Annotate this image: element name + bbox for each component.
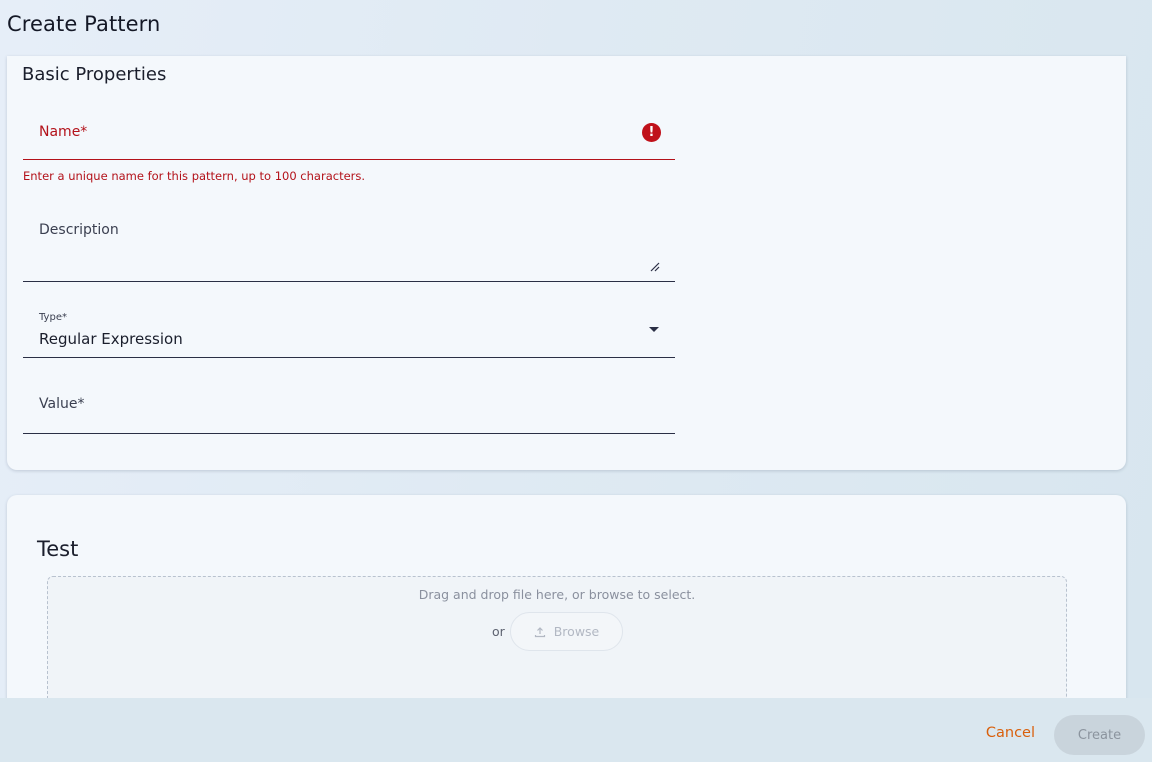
description-field[interactable]: Description (23, 200, 675, 282)
test-card: Test Drag and drop file here, or browse … (7, 495, 1126, 716)
type-value: Regular Expression (39, 330, 183, 348)
name-field[interactable]: Name* ! (23, 106, 675, 160)
value-label: Value* (39, 396, 85, 412)
type-select[interactable]: Type* Regular Expression (23, 303, 675, 358)
name-error-message: Enter a unique name for this pattern, up… (23, 169, 366, 183)
resize-handle-icon[interactable] (649, 261, 661, 273)
browse-button[interactable]: Browse (510, 612, 623, 651)
description-label: Description (39, 222, 119, 238)
type-label: Type* (39, 312, 67, 323)
value-field[interactable]: Value* (23, 378, 675, 434)
dropzone-text: Drag and drop file here, or browse to se… (418, 587, 696, 602)
upload-icon (534, 626, 545, 637)
basic-properties-title: Basic Properties (22, 64, 167, 85)
dropdown-caret-icon[interactable] (649, 327, 659, 332)
or-text: or (492, 624, 505, 639)
file-dropzone[interactable]: Drag and drop file here, or browse to se… (47, 576, 1067, 716)
basic-properties-card: Basic Properties Name* ! Enter a unique … (7, 56, 1126, 470)
cancel-button[interactable]: Cancel (986, 725, 1035, 741)
page-title: Create Pattern (7, 12, 161, 36)
test-title: Test (37, 537, 79, 561)
error-icon: ! (642, 123, 661, 142)
create-button[interactable]: Create (1054, 715, 1145, 755)
browse-label: Browse (553, 624, 600, 639)
footer-bar: Cancel Create (0, 698, 1152, 762)
name-label: Name* (39, 124, 88, 140)
